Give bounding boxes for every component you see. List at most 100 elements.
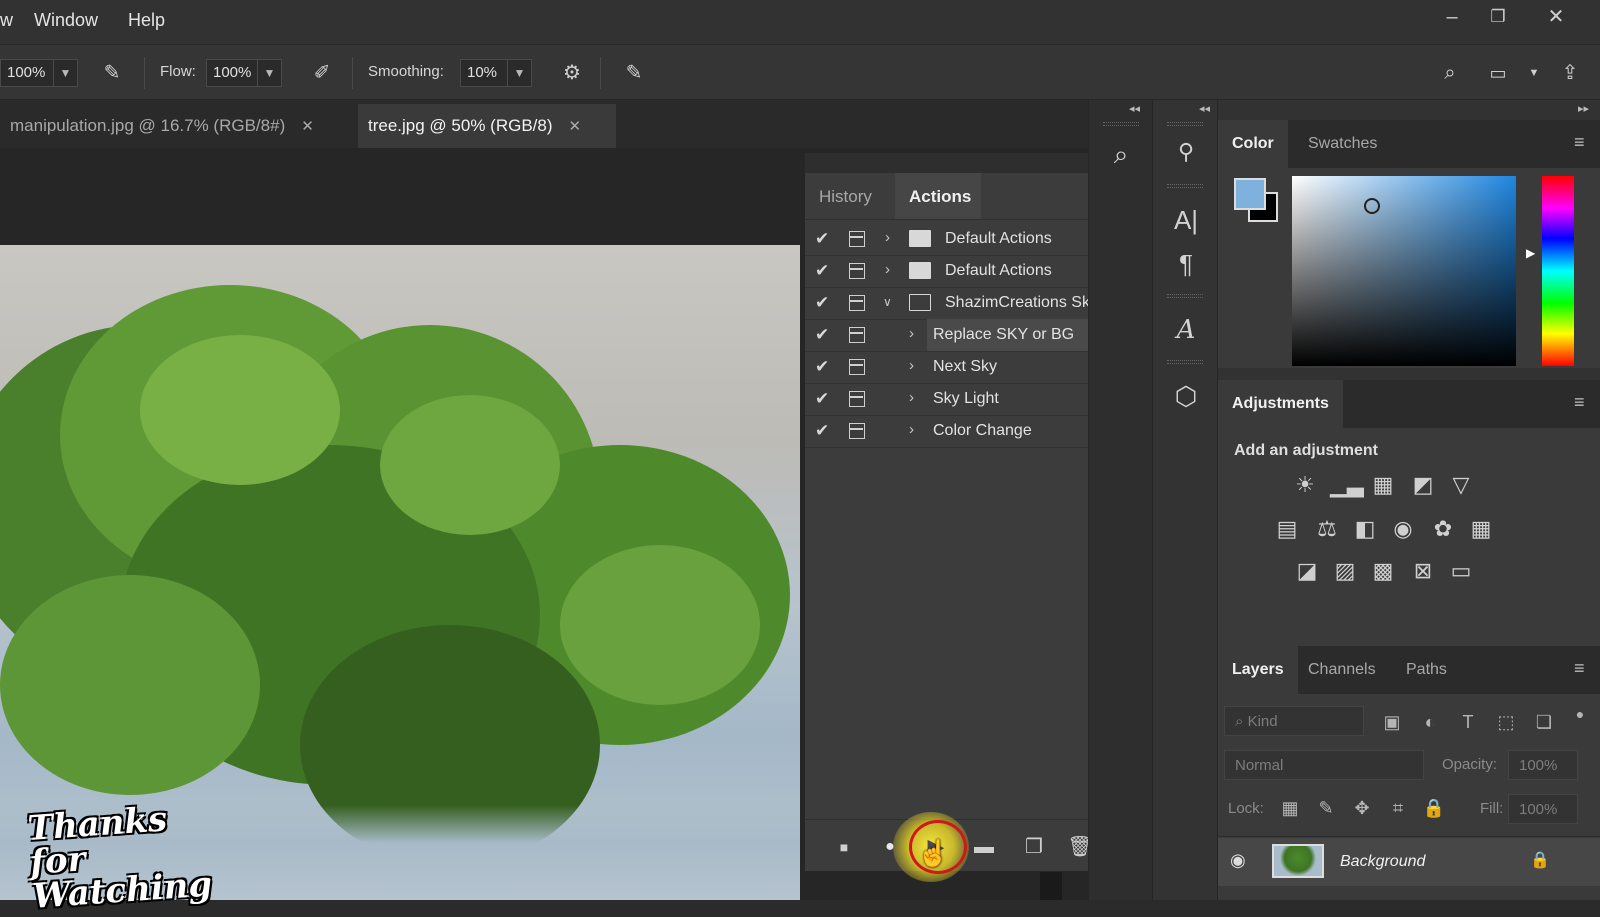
adjustment-filter-icon[interactable]: ◐ bbox=[1416, 708, 1444, 736]
panel-menu-icon[interactable]: ≡ bbox=[1574, 132, 1585, 153]
levels-icon[interactable]: ▁▃ bbox=[1330, 470, 1364, 500]
tab-tree[interactable]: tree.jpg @ 50% (RGB/8) ✕ bbox=[358, 104, 616, 148]
selective-color-icon[interactable]: ⊠ bbox=[1408, 556, 1438, 586]
tab-swatches[interactable]: Swatches bbox=[1294, 120, 1391, 168]
tab-color[interactable]: Color bbox=[1218, 120, 1288, 168]
filter-toggle-icon[interactable]: ● bbox=[1566, 700, 1594, 728]
pixel-filter-icon[interactable]: ▣ bbox=[1378, 708, 1406, 736]
flow-dropdown[interactable]: ▼ bbox=[258, 59, 282, 87]
collapse-icon[interactable]: ▸▸ bbox=[1578, 102, 1589, 115]
color-lookup-icon[interactable]: ▦ bbox=[1466, 514, 1496, 544]
lock-position-icon[interactable]: ✥ bbox=[1348, 794, 1376, 822]
opacity-dropdown[interactable]: ▼ bbox=[54, 59, 78, 87]
grip[interactable] bbox=[1167, 184, 1203, 188]
3d-cube-icon[interactable]: ⬡ bbox=[1166, 376, 1206, 416]
menu-item-window[interactable]: Window bbox=[34, 10, 98, 31]
chevron-right-icon[interactable]: › bbox=[909, 421, 914, 438]
curves-icon[interactable]: ▦ bbox=[1368, 470, 1398, 500]
layer-row-background[interactable]: ◉ Background 🔒 bbox=[1218, 838, 1600, 886]
grip[interactable] bbox=[1167, 122, 1203, 126]
eye-icon[interactable]: ◉ bbox=[1230, 850, 1246, 871]
lock-transparent-icon[interactable]: ▦ bbox=[1276, 794, 1304, 822]
tab-history[interactable]: History bbox=[805, 173, 895, 219]
close-icon[interactable]: ✕ bbox=[569, 118, 582, 135]
lock-icon[interactable]: 🔒 bbox=[1530, 850, 1550, 870]
invert-icon[interactable]: ◪ bbox=[1292, 556, 1322, 586]
layer-kind-filter[interactable]: ⌕ Kind bbox=[1224, 706, 1364, 736]
dialog-toggle-icon[interactable] bbox=[849, 295, 865, 311]
panel-menu-icon[interactable]: ≡ bbox=[1574, 392, 1585, 413]
vibrance-icon[interactable]: ▽ bbox=[1446, 470, 1476, 500]
new-set-folder-icon[interactable]: ▬ bbox=[971, 834, 997, 860]
check-icon[interactable]: ✔ bbox=[815, 421, 829, 441]
record-icon[interactable]: ● bbox=[877, 834, 903, 860]
channel-mixer-icon[interactable]: ✿ bbox=[1428, 514, 1458, 544]
fill-field[interactable]: 100% bbox=[1508, 794, 1578, 824]
history-brush-icon[interactable]: ⌕ bbox=[1101, 134, 1141, 174]
action-set-row[interactable]: ✔ › Default Actions bbox=[805, 223, 1115, 255]
dialog-toggle-icon[interactable] bbox=[849, 231, 865, 247]
lock-all-icon[interactable]: 🔒 bbox=[1420, 794, 1448, 822]
chevron-down-icon[interactable]: ∨ bbox=[883, 295, 892, 309]
gradient-map-icon[interactable]: ▭ bbox=[1446, 556, 1476, 586]
minimize-button[interactable]: – bbox=[1428, 4, 1476, 30]
foreground-swatch[interactable] bbox=[1234, 178, 1266, 210]
smart-object-filter-icon[interactable]: ❏ bbox=[1530, 708, 1558, 736]
dialog-toggle-icon[interactable] bbox=[849, 423, 865, 439]
grip[interactable] bbox=[1167, 294, 1203, 298]
tab-layers[interactable]: Layers bbox=[1218, 646, 1298, 694]
lock-image-icon[interactable]: ✎ bbox=[1312, 794, 1340, 822]
tab-actions[interactable]: Actions bbox=[895, 173, 981, 219]
color-balance-icon[interactable]: ⚖ bbox=[1312, 514, 1342, 544]
tab-adjustments[interactable]: Adjustments bbox=[1218, 380, 1343, 428]
share-icon[interactable]: ⇪ bbox=[1556, 59, 1584, 87]
smoothing-dropdown[interactable]: ▼ bbox=[508, 59, 532, 87]
photo-filter-icon[interactable]: ◉ bbox=[1388, 514, 1418, 544]
new-action-icon[interactable]: ❐ bbox=[1021, 834, 1047, 860]
smoothing-field[interactable]: 10% bbox=[460, 59, 508, 87]
color-picker-cursor[interactable] bbox=[1364, 198, 1380, 214]
type-filter-icon[interactable]: T bbox=[1454, 708, 1482, 736]
dialog-toggle-icon[interactable] bbox=[849, 263, 865, 279]
blend-mode-select[interactable]: Normal bbox=[1224, 750, 1424, 780]
layer-name[interactable]: Background bbox=[1340, 853, 1425, 871]
chevron-right-icon[interactable]: › bbox=[909, 389, 914, 406]
check-icon[interactable]: ✔ bbox=[815, 325, 829, 345]
grip[interactable] bbox=[1103, 122, 1139, 126]
hue-slider-arrow-icon[interactable]: ▶ bbox=[1526, 246, 1535, 260]
chevron-right-icon[interactable]: › bbox=[909, 357, 914, 374]
layer-opacity-field[interactable]: 100% bbox=[1508, 750, 1578, 780]
collapse-icon[interactable]: ◂◂ bbox=[1199, 102, 1210, 115]
hue-slider[interactable] bbox=[1542, 176, 1574, 366]
posterize-icon[interactable]: ▨ bbox=[1330, 556, 1360, 586]
check-icon[interactable]: ✔ bbox=[815, 293, 829, 313]
clone-source-icon[interactable]: ⚲ bbox=[1166, 132, 1206, 172]
character-icon[interactable]: A| bbox=[1166, 200, 1206, 240]
action-row[interactable]: ✔ › Sky Light bbox=[805, 383, 1115, 415]
artboard-lock-icon[interactable]: ⌗ bbox=[1384, 794, 1412, 822]
menu-item-view[interactable]: w bbox=[0, 10, 13, 31]
collapse-icon[interactable]: ◂◂ bbox=[1129, 102, 1140, 115]
check-icon[interactable]: ✔ bbox=[815, 389, 829, 409]
action-row[interactable]: ✔ › Next Sky bbox=[805, 351, 1115, 383]
chevron-down-icon[interactable]: ▼ bbox=[1520, 59, 1548, 87]
panel-menu-icon[interactable]: ≡ bbox=[1574, 658, 1585, 679]
workspace-icon[interactable]: ▭ bbox=[1484, 59, 1512, 87]
grip[interactable] bbox=[1167, 360, 1203, 364]
paragraph-icon[interactable]: ¶ bbox=[1166, 244, 1206, 284]
stop-icon[interactable]: ■ bbox=[831, 834, 857, 860]
dialog-toggle-icon[interactable] bbox=[849, 391, 865, 407]
action-set-row[interactable]: ✔ ∨ ShazimCreations Sk... bbox=[805, 287, 1115, 319]
glyphs-icon[interactable]: A bbox=[1166, 310, 1206, 350]
black-white-icon[interactable]: ◧ bbox=[1350, 514, 1380, 544]
restore-button[interactable]: ❐ bbox=[1474, 4, 1522, 30]
tab-channels[interactable]: Channels bbox=[1294, 646, 1390, 694]
action-row[interactable]: ✔ › Color Change bbox=[805, 415, 1115, 447]
hue-saturation-icon[interactable]: ▤ bbox=[1272, 514, 1302, 544]
close-window-button[interactable]: ✕ bbox=[1532, 4, 1580, 30]
pressure-opacity-icon[interactable]: ✎ bbox=[98, 59, 126, 87]
shape-filter-icon[interactable]: ⬚ bbox=[1492, 708, 1520, 736]
search-icon[interactable]: ⌕ bbox=[1436, 59, 1464, 87]
threshold-icon[interactable]: ▩ bbox=[1368, 556, 1398, 586]
flow-field[interactable]: 100% bbox=[206, 59, 258, 87]
